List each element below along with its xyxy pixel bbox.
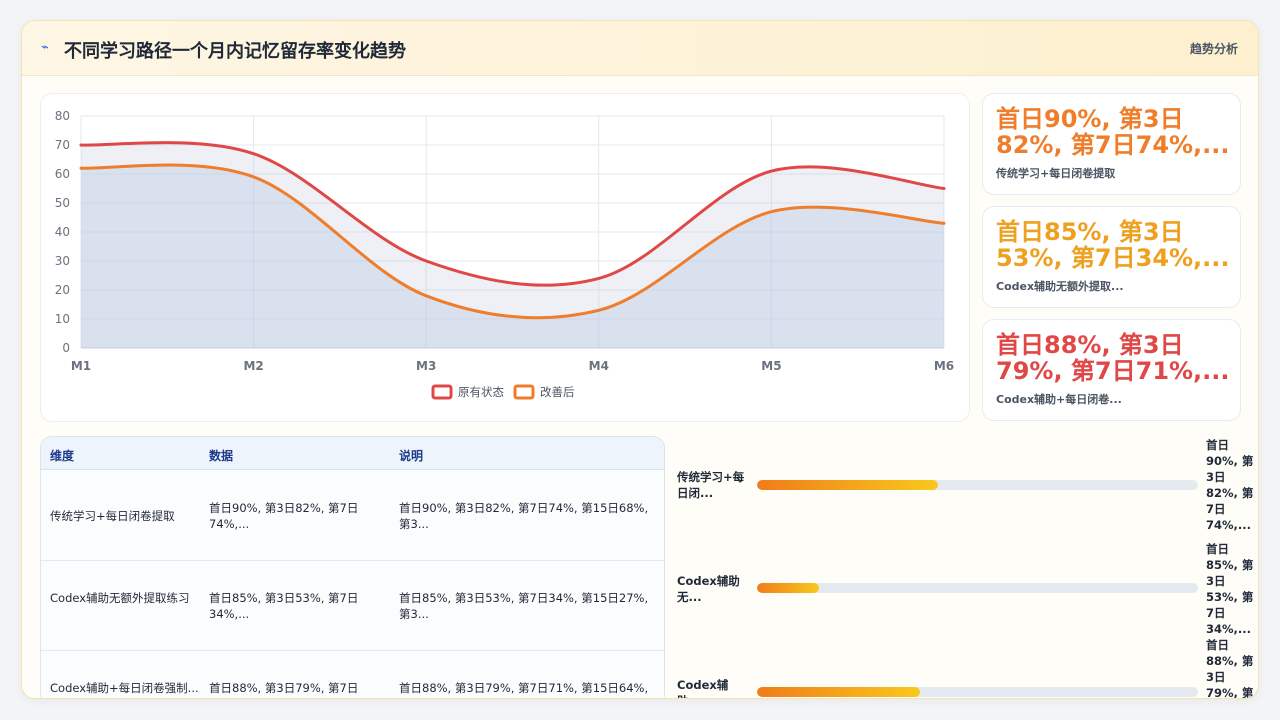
stat-label: Codex辅助+每日闭卷... — [996, 393, 1122, 406]
trend-icon: ⌁ — [41, 40, 49, 55]
cell-data: 首日88%, 第3日79%, 第7日 71%,... — [209, 681, 359, 698]
stat-card-1[interactable]: 首日90%, 第3日 82%, 第7日74%,... 传统学习+每日闭卷提取 — [982, 93, 1241, 195]
column-header-data: 数据 — [209, 449, 234, 463]
table-row[interactable]: Codex辅助无额外提取练习 首日85%, 第3日53%, 第7日 34%,..… — [41, 561, 664, 651]
progress-label: 传统学习+每日闭... — [677, 470, 745, 500]
progress-value: 首日88%, 第3日79%, 第7日... — [1206, 638, 1254, 699]
table-header: 维度 数据 说明 — [41, 437, 664, 470]
x-tick-label: M4 — [589, 359, 609, 373]
data-table: 维度 数据 说明 传统学习+每日闭卷提取 首日90%, 第3日82%, 第7日 … — [40, 436, 665, 698]
stat-label: 传统学习+每日闭卷提取 — [996, 167, 1116, 180]
stat-value: 首日90%, 第3日 82%, 第7日74%,... — [996, 105, 1230, 159]
y-tick-label: 10 — [55, 312, 70, 326]
line-chart: 0 10 20 30 40 50 60 70 80 M1 M2 M3 M4 M5 M6 原有状态 改善后 — [55, 109, 954, 400]
progress-fill — [757, 583, 819, 593]
legend-swatch — [431, 384, 453, 400]
progress-label: Codex辅助无... — [677, 574, 740, 604]
stat-card-3[interactable]: 首日88%, 第3日 79%, 第7日71%,... Codex辅助+每日闭卷.… — [982, 319, 1241, 421]
progress-row-3: Codex辅助... 首日88%, 第3日79%, 第7日... — [677, 637, 1257, 699]
x-tick-label: M3 — [416, 359, 436, 373]
cell-data: 首日90%, 第3日82%, 第7日 74%,... — [209, 501, 359, 531]
cell-dimension: Codex辅助+每日闭卷强制... — [50, 681, 199, 695]
trend-analysis-button[interactable]: 趋势分析 — [1190, 40, 1238, 57]
table-row[interactable]: Codex辅助+每日闭卷强制... 首日88%, 第3日79%, 第7日 71%… — [41, 651, 664, 698]
x-tick-label: M1 — [71, 359, 91, 373]
cell-dimension: Codex辅助无额外提取练习 — [50, 591, 190, 605]
progress-track — [757, 583, 1198, 593]
column-header-description: 说明 — [399, 449, 424, 463]
progress-value: 首日85%, 第3日53%, 第7日34%,... — [1206, 542, 1254, 636]
x-tick-label: M5 — [761, 359, 781, 373]
progress-track — [757, 480, 1198, 490]
stat-value: 首日88%, 第3日 79%, 第7日71%,... — [996, 331, 1230, 385]
progress-track — [757, 687, 1198, 697]
progress-fill — [757, 687, 921, 697]
stat-value: 首日85%, 第3日 53%, 第7日34%,... — [996, 218, 1230, 272]
x-tick-label: M2 — [243, 359, 263, 373]
y-tick-label: 20 — [55, 283, 70, 297]
table-row[interactable]: 传统学习+每日闭卷提取 首日90%, 第3日82%, 第7日 74%,... 首… — [41, 471, 664, 561]
cell-description: 首日88%, 第3日79%, 第7日71%, 第15日64%, 第3... — [399, 681, 649, 698]
progress-fill — [757, 480, 938, 490]
cell-data: 首日85%, 第3日53%, 第7日 34%,... — [209, 591, 359, 621]
main-card: ⌁ 不同学习路径一个月内记忆留存率变化趋势 趋势分析 0 10 20 30 40 50 60… — [21, 20, 1259, 699]
progress-row-2: Codex辅助无... 首日85%, 第3日53%, 第7日34%,... — [677, 541, 1257, 641]
column-header-dimension: 维度 — [50, 449, 75, 463]
x-tick-label: M6 — [934, 359, 954, 373]
cell-dimension: 传统学习+每日闭卷提取 — [50, 509, 175, 523]
chart-panel: 0 10 20 30 40 50 60 70 80 M1 M2 M3 M4 M5 M6 原有状态 改善后 — [40, 93, 970, 422]
legend-label: 原有状态 — [458, 385, 504, 399]
progress-row-1: 传统学习+每日闭... 首日90%, 第3日82%, 第7日74%,... — [677, 437, 1257, 537]
stat-card-2[interactable]: 首日85%, 第3日 53%, 第7日34%,... Codex辅助无额外提取.… — [982, 206, 1241, 308]
y-tick-label: 0 — [62, 341, 70, 355]
y-tick-label: 60 — [55, 167, 70, 181]
card-header: ⌁ 不同学习路径一个月内记忆留存率变化趋势 趋势分析 — [22, 21, 1258, 76]
y-tick-label: 80 — [55, 109, 70, 123]
cell-description: 首日90%, 第3日82%, 第7日74%, 第15日68%, 第3... — [399, 501, 649, 531]
y-tick-label: 70 — [55, 138, 70, 152]
stat-label: Codex辅助无额外提取... — [996, 280, 1124, 293]
y-tick-label: 50 — [55, 196, 70, 210]
legend-label: 改善后 — [540, 385, 575, 399]
page-title: 不同学习路径一个月内记忆留存率变化趋势 — [64, 41, 406, 62]
y-tick-label: 40 — [55, 225, 70, 239]
progress-label: Codex辅助... — [677, 678, 729, 698]
cell-description: 首日85%, 第3日53%, 第7日34%, 第15日27%, 第3... — [399, 591, 649, 621]
progress-value: 首日90%, 第3日82%, 第7日74%,... — [1206, 438, 1254, 532]
y-tick-label: 30 — [55, 254, 70, 268]
legend-swatch — [513, 384, 535, 400]
